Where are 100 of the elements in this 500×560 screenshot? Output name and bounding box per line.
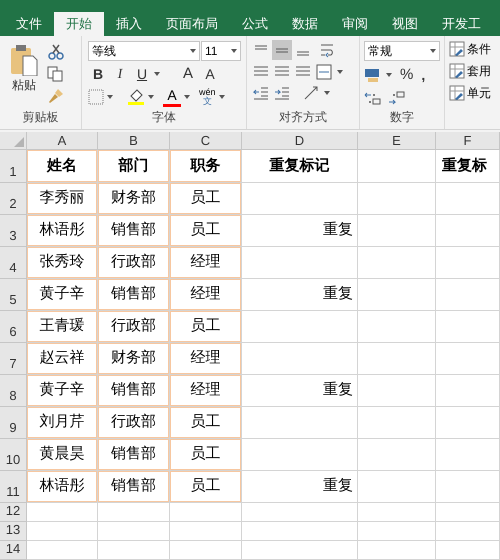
ribbon-tab[interactable]: 页面布局 xyxy=(154,12,230,36)
table-cell[interactable] xyxy=(27,541,98,560)
table-cell[interactable] xyxy=(436,343,500,375)
table-cell[interactable]: 销售部 xyxy=(98,471,170,503)
table-cell[interactable]: 黄晨昊 xyxy=(27,439,98,471)
table-cell[interactable]: 员工 xyxy=(170,439,242,471)
ribbon-tab[interactable]: 公式 xyxy=(230,12,280,36)
table-cell[interactable] xyxy=(358,471,436,503)
table-cell[interactable] xyxy=(242,407,358,439)
row-header[interactable]: 7 xyxy=(0,343,27,375)
table-cell[interactable]: 员工 xyxy=(170,183,242,215)
table-cell[interactable]: 黄子辛 xyxy=(27,279,98,311)
table-cell[interactable]: 经理 xyxy=(170,279,242,311)
column-header[interactable]: B xyxy=(98,132,170,149)
table-cell[interactable] xyxy=(436,279,500,311)
decrease-indent-icon[interactable] xyxy=(253,86,269,100)
table-cell[interactable] xyxy=(436,375,500,407)
row-header[interactable]: 8 xyxy=(0,375,27,407)
row-header[interactable]: 4 xyxy=(0,247,27,279)
column-header[interactable]: A xyxy=(27,132,98,149)
table-cell[interactable]: 行政部 xyxy=(98,407,170,439)
row-header[interactable]: 3 xyxy=(0,215,27,247)
phonetic-button[interactable]: wén 文 xyxy=(199,88,216,106)
table-cell[interactable]: 员工 xyxy=(170,471,242,503)
table-cell[interactable] xyxy=(98,503,170,522)
table-cell[interactable]: 重复 xyxy=(242,375,358,407)
table-cell[interactable] xyxy=(242,439,358,471)
table-cell[interactable] xyxy=(242,503,358,522)
column-header[interactable]: D xyxy=(242,132,358,149)
table-cell[interactable]: 重复 xyxy=(242,279,358,311)
style-button[interactable]: 单元 xyxy=(449,84,491,102)
table-cell[interactable] xyxy=(242,311,358,343)
table-cell[interactable]: 财务部 xyxy=(98,343,170,375)
table-cell[interactable] xyxy=(170,522,242,541)
scissors-icon[interactable] xyxy=(48,44,64,60)
table-cell[interactable]: 财务部 xyxy=(98,183,170,215)
row-header[interactable]: 2 xyxy=(0,183,27,215)
table-cell[interactable]: 行政部 xyxy=(98,311,170,343)
table-cell[interactable] xyxy=(98,522,170,541)
table-cell[interactable]: 员工 xyxy=(170,407,242,439)
table-cell[interactable] xyxy=(358,215,436,247)
column-title[interactable]: 重复标记 xyxy=(242,150,358,183)
ribbon-button[interactable]: A xyxy=(200,64,220,84)
table-cell[interactable]: 王青瑗 xyxy=(27,311,98,343)
ribbon-button[interactable]: I xyxy=(110,64,130,84)
vertical-align-button[interactable] xyxy=(272,40,292,60)
ribbon-tab[interactable]: 文件 xyxy=(4,12,54,36)
ribbon-tab[interactable]: 插入 xyxy=(104,12,154,36)
dropdown-arrow-icon[interactable] xyxy=(148,95,154,99)
table-cell[interactable] xyxy=(358,439,436,471)
table-cell[interactable]: 林语彤 xyxy=(27,215,98,247)
font-color-button[interactable]: A xyxy=(163,87,181,107)
table-cell[interactable] xyxy=(358,541,436,560)
table-cell[interactable]: 张秀玲 xyxy=(27,247,98,279)
table-cell[interactable] xyxy=(436,183,500,215)
table-cell[interactable] xyxy=(436,541,500,560)
ribbon-tab[interactable]: 数据 xyxy=(280,12,330,36)
table-cell[interactable]: 行政部 xyxy=(98,247,170,279)
row-header[interactable]: 6 xyxy=(0,311,27,343)
currency-icon[interactable] xyxy=(364,67,382,84)
table-cell[interactable] xyxy=(436,311,500,343)
column-title[interactable]: 重复标 xyxy=(436,150,500,183)
table-cell[interactable] xyxy=(436,215,500,247)
ribbon-tab[interactable]: 视图 xyxy=(380,12,430,36)
row-header[interactable]: 1 xyxy=(0,150,27,183)
table-cell[interactable]: 林语彤 xyxy=(27,471,98,503)
table-cell[interactable]: 经理 xyxy=(170,375,242,407)
table-cell[interactable]: 销售部 xyxy=(98,439,170,471)
table-cell[interactable] xyxy=(358,407,436,439)
table-cell[interactable] xyxy=(98,541,170,560)
table-cell[interactable] xyxy=(358,279,436,311)
row-header[interactable]: 11 xyxy=(0,471,27,503)
ribbon-tab[interactable]: 审阅 xyxy=(330,12,380,36)
dropdown-arrow-icon[interactable] xyxy=(324,91,330,95)
table-cell[interactable]: 重复 xyxy=(242,215,358,247)
style-button[interactable]: 条件 xyxy=(449,40,491,58)
dropdown-arrow-icon[interactable] xyxy=(190,49,196,53)
ribbon-button[interactable]: B xyxy=(88,64,108,84)
table-cell[interactable] xyxy=(358,183,436,215)
row-header[interactable]: 14 xyxy=(0,541,27,560)
table-cell[interactable] xyxy=(242,541,358,560)
ribbon-button[interactable]: U xyxy=(132,64,152,84)
fill-bucket-icon[interactable] xyxy=(127,88,145,106)
decrease-decimal-icon[interactable] xyxy=(388,90,406,106)
ribbon-tab[interactable]: 开始 xyxy=(54,12,104,36)
dropdown-arrow-icon[interactable] xyxy=(337,70,343,74)
table-cell[interactable] xyxy=(242,247,358,279)
dropdown-arrow-icon[interactable] xyxy=(386,73,392,78)
dropdown-arrow-icon[interactable] xyxy=(218,95,225,99)
table-cell[interactable] xyxy=(358,150,436,183)
brush-icon[interactable] xyxy=(48,88,64,104)
column-header[interactable]: E xyxy=(358,132,436,149)
table-cell[interactable]: 重复 xyxy=(242,471,358,503)
table-cell[interactable] xyxy=(436,522,500,541)
table-cell[interactable] xyxy=(358,311,436,343)
number-format-field[interactable]: 常规 xyxy=(364,41,440,61)
dropdown-arrow-icon[interactable] xyxy=(107,95,113,99)
row-header[interactable]: 12 xyxy=(0,503,27,522)
table-cell[interactable] xyxy=(27,522,98,541)
percent-button[interactable]: % xyxy=(400,64,414,86)
